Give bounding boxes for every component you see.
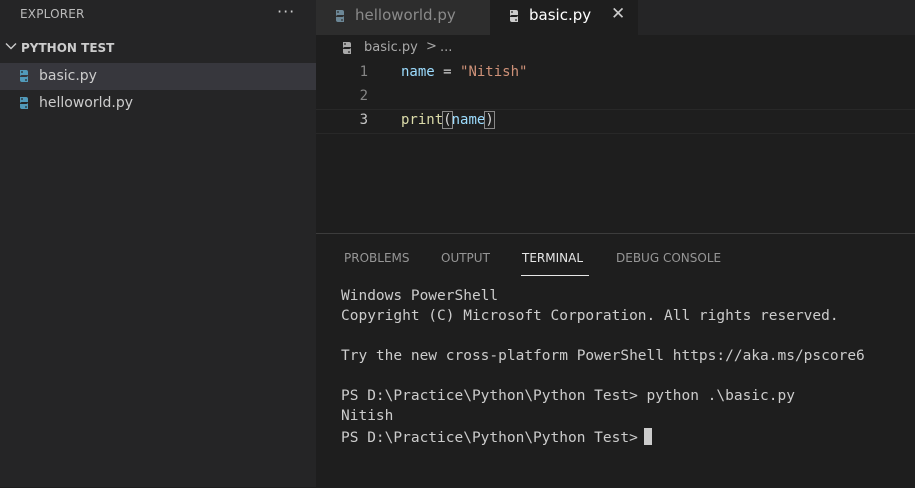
explorer-header: EXPLORER ···: [0, 0, 316, 30]
tab-label: helloworld.py: [355, 6, 456, 24]
terminal-line: PS D:\Practice\Python\Python Test> pytho…: [341, 388, 795, 404]
terminal-line: Try the new cross-platform PowerShell ht…: [341, 348, 865, 364]
bracket-highlight: ): [484, 111, 495, 129]
file-label: helloworld.py: [39, 95, 134, 111]
code-line: 1 name = "Nitish": [316, 62, 915, 85]
folder-python-test[interactable]: PYTHON TEST: [0, 38, 316, 60]
ellipsis-icon[interactable]: ···: [277, 2, 295, 21]
tab-helloworld[interactable]: helloworld.py: [316, 0, 490, 35]
terminal-cursor: [643, 428, 652, 445]
line-number: 2: [359, 88, 368, 104]
python-file-icon: [20, 97, 28, 109]
breadcrumb-more[interactable]: ...: [440, 40, 452, 55]
line-number: 1: [359, 64, 368, 80]
python-file-icon: [510, 10, 518, 22]
python-file-icon: [343, 42, 351, 54]
tab-output[interactable]: OUTPUT: [441, 251, 490, 265]
chevron-down-icon: [5, 43, 17, 50]
terminal-line: Windows PowerShell: [341, 288, 499, 304]
tab-terminal[interactable]: TERMINAL: [522, 251, 583, 265]
file-item-basic[interactable]: basic.py: [0, 63, 316, 90]
code-token: "Nitish": [460, 64, 528, 80]
file-label: basic.py: [39, 68, 97, 84]
code-token: name: [401, 64, 435, 80]
explorer-sidebar: EXPLORER ··· PYTHON TEST basic.py hellow…: [0, 0, 316, 487]
explorer-title: EXPLORER: [20, 7, 85, 21]
tab-label: basic.py: [529, 6, 592, 24]
breadcrumb-separator: >: [426, 39, 437, 54]
folder-label: PYTHON TEST: [21, 41, 115, 55]
code-line: 2: [316, 86, 915, 109]
file-item-helloworld[interactable]: helloworld.py: [0, 90, 316, 117]
line-code: print(name): [401, 111, 495, 129]
tab-problems[interactable]: PROBLEMS: [344, 251, 410, 265]
close-icon[interactable]: ✕: [611, 4, 625, 24]
python-file-icon: [336, 10, 344, 22]
terminal-line: Nitish: [341, 408, 394, 424]
line-number: 3: [359, 112, 368, 128]
editor-tabs: helloworld.py basic.py ✕: [316, 0, 915, 35]
code-token: =: [434, 64, 461, 80]
terminal-prompt[interactable]: PS D:\Practice\Python\Python Test>: [341, 428, 652, 446]
python-file-icon: [20, 70, 28, 82]
tab-basic[interactable]: basic.py ✕: [490, 0, 638, 35]
code-line-current: 3 print(name): [316, 109, 915, 134]
bottom-panel: PROBLEMS OUTPUT TERMINAL DEBUG CONSOLE W…: [316, 233, 915, 488]
bracket-highlight: (: [442, 111, 453, 129]
line-code: name = "Nitish": [401, 64, 527, 80]
code-token: print: [401, 112, 444, 128]
code-token: name: [451, 112, 486, 128]
active-tab-indicator: [521, 275, 589, 276]
terminal-line: Copyright (C) Microsoft Corporation. All…: [341, 308, 839, 324]
code-editor[interactable]: 1 name = "Nitish" 2 3 print(name): [316, 62, 915, 232]
tab-debug-console[interactable]: DEBUG CONSOLE: [616, 251, 721, 265]
breadcrumb-file[interactable]: basic.py: [364, 40, 418, 55]
terminal-prompt-text: PS D:\Practice\Python\Python Test>: [341, 430, 638, 446]
